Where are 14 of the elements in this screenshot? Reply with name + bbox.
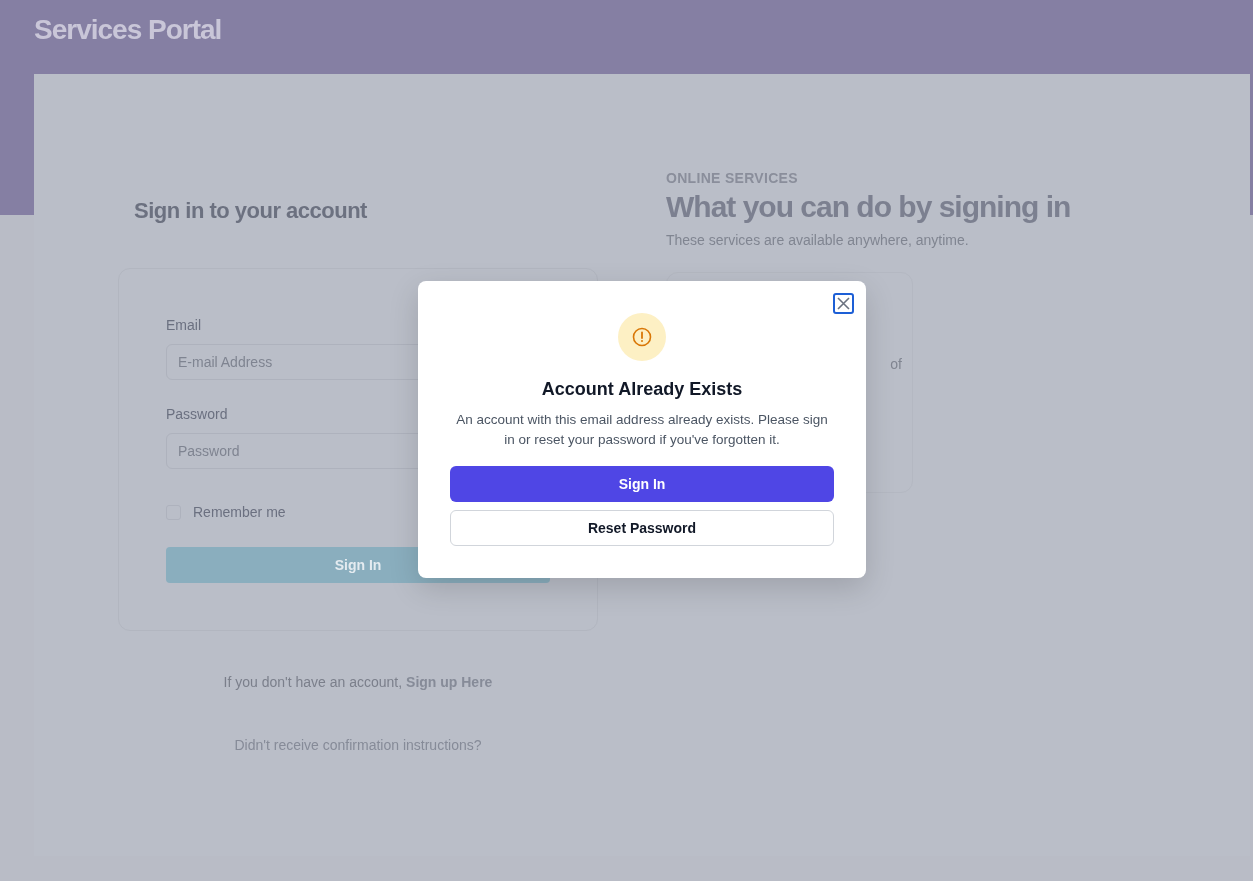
close-button[interactable] bbox=[833, 293, 854, 314]
warning-icon bbox=[632, 327, 652, 347]
services-subtitle: These services are available anywhere, anytime. bbox=[666, 232, 969, 248]
portal-title: Services Portal bbox=[34, 14, 222, 46]
sign-in-button[interactable]: Sign In bbox=[450, 466, 834, 502]
field-label: Email bbox=[166, 317, 201, 333]
service-text: of bbox=[890, 356, 902, 372]
remember-label: Remember me bbox=[193, 504, 286, 520]
close-icon bbox=[837, 297, 850, 310]
field-label: Password bbox=[166, 406, 228, 422]
services-heading: What you can do by signing in bbox=[666, 190, 1071, 224]
sign-in-heading: Sign in to your account bbox=[134, 198, 367, 224]
dialog-title: Account Already Exists bbox=[541, 379, 743, 400]
reset-password-button[interactable]: Reset Password bbox=[450, 510, 834, 546]
